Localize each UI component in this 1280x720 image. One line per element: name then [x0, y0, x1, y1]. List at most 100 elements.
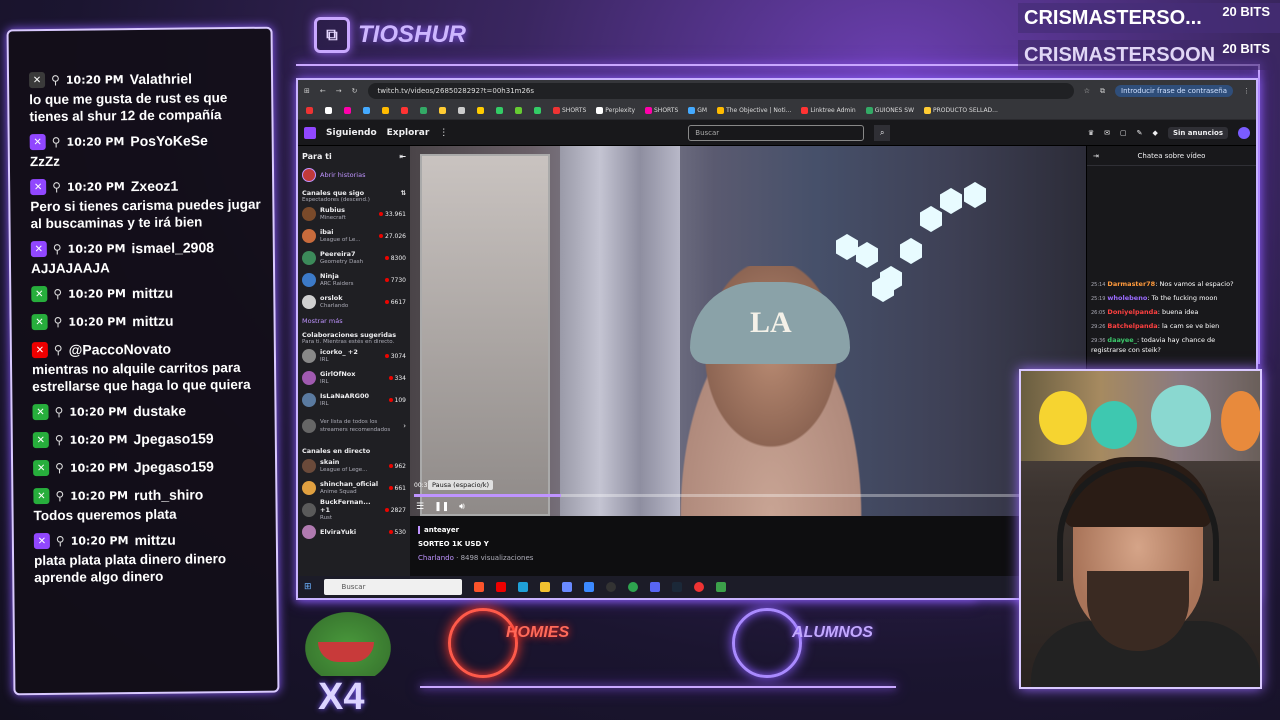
bookmark-item[interactable]: The Objective | Noti...	[717, 107, 791, 114]
bookmark-favicon[interactable]	[382, 107, 389, 114]
inbox-icon[interactable]: ✉	[1104, 129, 1110, 137]
windows-start-icon[interactable]: ⊞	[304, 582, 312, 592]
channel-info: orslok Charlando	[320, 294, 381, 310]
overlay-chat-header: ✕ ⚲ 10:20 PM mittzu	[33, 528, 266, 552]
bookmark-favicon[interactable]	[401, 107, 408, 114]
app-icon[interactable]	[583, 582, 594, 592]
progress-bar[interactable]	[414, 494, 1082, 497]
sidebar-channel[interactable]: icorko_ +2 IRL 3074	[302, 345, 406, 367]
bookmark-favicon[interactable]	[458, 107, 465, 114]
bookmark-item[interactable]: Linktree Admin	[801, 107, 856, 114]
see-all-recommended[interactable]: Ver lista de todos los streamers recomen…	[302, 411, 406, 441]
chapters-icon[interactable]: ☰	[416, 502, 424, 512]
sidebar-channel[interactable]: orslok Charlando 6617	[302, 291, 406, 313]
bookmark-favicon[interactable]	[534, 107, 541, 114]
search-input[interactable]: Buscar	[688, 124, 865, 141]
url-field[interactable]: twitch.tv/videos/2685028292?t=00h31m26s	[367, 83, 1074, 99]
video-category[interactable]: Charlando	[418, 554, 454, 562]
channel-info: Ninja ARC Raiders	[320, 272, 381, 288]
chat-username[interactable]: Darmaster78	[1107, 280, 1155, 288]
avatar[interactable]	[1238, 126, 1250, 139]
back-icon[interactable]: ←	[320, 87, 326, 95]
pause-icon[interactable]: ❚❚	[434, 502, 449, 512]
sidebar-channel[interactable]: BuckFernan... +1 Rust 2827	[302, 498, 406, 521]
chat-username[interactable]: Batchelpanda	[1107, 322, 1157, 330]
more-icon[interactable]: ⋮	[439, 128, 448, 138]
taskbar-search[interactable]: Buscar	[323, 579, 462, 595]
viewer-count: 109	[394, 396, 406, 404]
bookmark-item[interactable]: PRODUCTO SELLAD...	[924, 107, 998, 114]
edge-icon[interactable]	[517, 582, 528, 592]
apps-icon[interactable]: ⊞	[304, 87, 310, 95]
collapse-icon[interactable]: ⇤	[399, 152, 406, 161]
notifications-icon[interactable]: ▢	[1120, 129, 1127, 137]
sidebar-channel[interactable]: shinchan_oficial Anime Squad 661	[302, 477, 406, 499]
bookmark-favicon[interactable]	[477, 107, 484, 114]
nav-following[interactable]: Siguiendo	[326, 128, 377, 138]
sort-icon[interactable]: ⇅	[401, 189, 406, 197]
menu-icon[interactable]: ⋮	[1243, 87, 1250, 95]
bookmark-favicon[interactable]	[306, 107, 313, 114]
bookmark-favicon[interactable]	[439, 107, 446, 114]
sidebar-channel[interactable]: IsLaNaARG00 IRL 109	[302, 389, 406, 411]
reload-icon[interactable]: ↻	[352, 87, 358, 95]
discord-icon[interactable]	[649, 582, 660, 592]
forward-icon[interactable]: →	[336, 87, 342, 95]
neon-line-footer	[420, 686, 896, 688]
channel-viewers: 962	[388, 463, 406, 470]
twitch-logo-icon[interactable]	[304, 126, 316, 139]
bits-icon[interactable]: ◆	[1153, 129, 1158, 137]
sidebar-channel[interactable]: GirlOfNox IRL 334	[302, 367, 406, 389]
store-icon[interactable]	[561, 582, 572, 592]
volume-icon[interactable]: 🔊︎	[459, 502, 465, 512]
no-ads-button[interactable]: Sin anuncios	[1167, 126, 1228, 139]
search-icon[interactable]: ⌕	[874, 124, 891, 141]
bookmark-favicon[interactable]	[515, 107, 522, 114]
bookmark-item[interactable]: GM	[688, 107, 707, 114]
bookmark-item[interactable]: GUIONES SW	[865, 107, 914, 114]
sidebar-channel[interactable]: skain League of Lege... 962	[302, 455, 406, 477]
channel-info: skain League of Lege...	[320, 458, 385, 474]
brave-icon[interactable]	[473, 582, 484, 592]
show-more-link[interactable]: Mostrar más	[302, 317, 406, 325]
chat-username[interactable]: Doniyelpanda	[1107, 308, 1157, 316]
bookmark-favicon[interactable]	[496, 107, 503, 114]
bookmark-favicon[interactable]	[420, 107, 427, 114]
prime-icon[interactable]: ♛	[1088, 129, 1094, 137]
pokeball-icon[interactable]	[693, 582, 704, 592]
bookmark-item[interactable]: Perplexity	[596, 107, 635, 114]
light-hex	[856, 242, 878, 268]
sidebar-channel[interactable]: ibai League of Le... 27.026	[302, 225, 406, 247]
bookmark-favicon[interactable]	[325, 107, 332, 114]
bookmark-favicon[interactable]	[344, 107, 351, 114]
sidebar-channel[interactable]: ElviraYuki 530	[302, 521, 406, 543]
live-dot-icon	[379, 234, 383, 238]
overlay-chat-user: @PaccoNovato	[68, 340, 172, 358]
collapse-chat-icon[interactable]: ⇥	[1093, 152, 1099, 160]
channel-avatar	[302, 295, 316, 309]
sidebar-channel[interactable]: Ninja ARC Raiders 7730	[302, 269, 406, 291]
overlay-chat-header: ✕ ⚲ 10:20 PM Jpegaso159	[32, 427, 265, 451]
nav-browse[interactable]: Explorar	[387, 128, 430, 138]
password-chip[interactable]: Introducir frase de contraseña	[1115, 85, 1233, 97]
whispers-icon[interactable]: ✎	[1137, 129, 1143, 137]
star-icon[interactable]: ☆	[1084, 87, 1090, 95]
collab-header: Colaboraciones sugeridas	[302, 331, 397, 339]
sidebar-channel[interactable]: Peereira7 Geometry Dash 8300	[302, 247, 406, 269]
stories-button[interactable]: Abrir historias	[302, 167, 406, 183]
bookmark-item[interactable]: SHORTS	[553, 107, 586, 114]
chat-username[interactable]: daayee_	[1107, 336, 1137, 344]
sidebar-channel[interactable]: Rubius Minecraft 33.961	[302, 203, 406, 225]
chat-username[interactable]: wholebeno	[1107, 294, 1147, 302]
bookmark-item[interactable]: SHORTS	[645, 107, 678, 114]
obs-icon[interactable]	[605, 582, 616, 592]
app-green-icon[interactable]	[715, 582, 726, 592]
steam-icon[interactable]	[671, 582, 682, 592]
explorer-icon[interactable]	[539, 582, 550, 592]
opera-icon[interactable]	[495, 582, 506, 592]
video-player[interactable]: LA 00:3 Pausa (espacio/k) ☰ ❚❚ 🔊︎ ⚙	[410, 146, 1086, 516]
chrome-icon[interactable]	[627, 582, 638, 592]
extensions-icon[interactable]: ⧉	[1100, 87, 1105, 96]
viewer-count: 334	[394, 374, 406, 382]
bookmark-favicon[interactable]	[363, 107, 370, 114]
